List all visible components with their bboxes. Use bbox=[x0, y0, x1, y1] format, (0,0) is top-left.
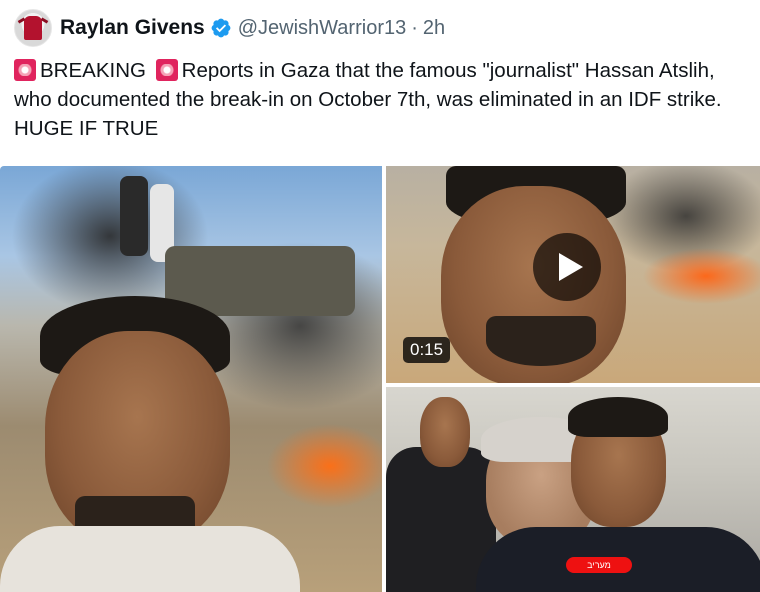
video-thumbnail[interactable]: 0:15 bbox=[386, 166, 760, 383]
author-handle[interactable]: @JewishWarrior13 bbox=[238, 17, 407, 40]
tweet-text-breaking: BREAKING bbox=[40, 59, 146, 82]
play-button[interactable] bbox=[533, 233, 601, 301]
tweet-header: Raylan Givens @JewishWarrior13 · 2h bbox=[14, 9, 445, 47]
siren-icon bbox=[155, 59, 178, 81]
photo-group[interactable]: מעריב bbox=[386, 387, 760, 592]
video-duration: 0:15 bbox=[403, 337, 451, 363]
channel-logo-badge: מעריב bbox=[566, 557, 632, 573]
author-avatar[interactable] bbox=[14, 9, 52, 47]
play-icon bbox=[559, 253, 583, 281]
siren-icon bbox=[14, 59, 36, 81]
verified-badge-icon[interactable] bbox=[210, 17, 232, 39]
tweet-text: BREAKING Reports in Gaza that the famous… bbox=[14, 56, 744, 143]
photo-selfie-tank[interactable] bbox=[0, 166, 382, 592]
post-time[interactable]: 2h bbox=[423, 17, 445, 40]
media-grid: 0:15 מעריב bbox=[0, 166, 760, 592]
separator-dot: · bbox=[411, 16, 418, 39]
author-name[interactable]: Raylan Givens bbox=[60, 16, 205, 40]
